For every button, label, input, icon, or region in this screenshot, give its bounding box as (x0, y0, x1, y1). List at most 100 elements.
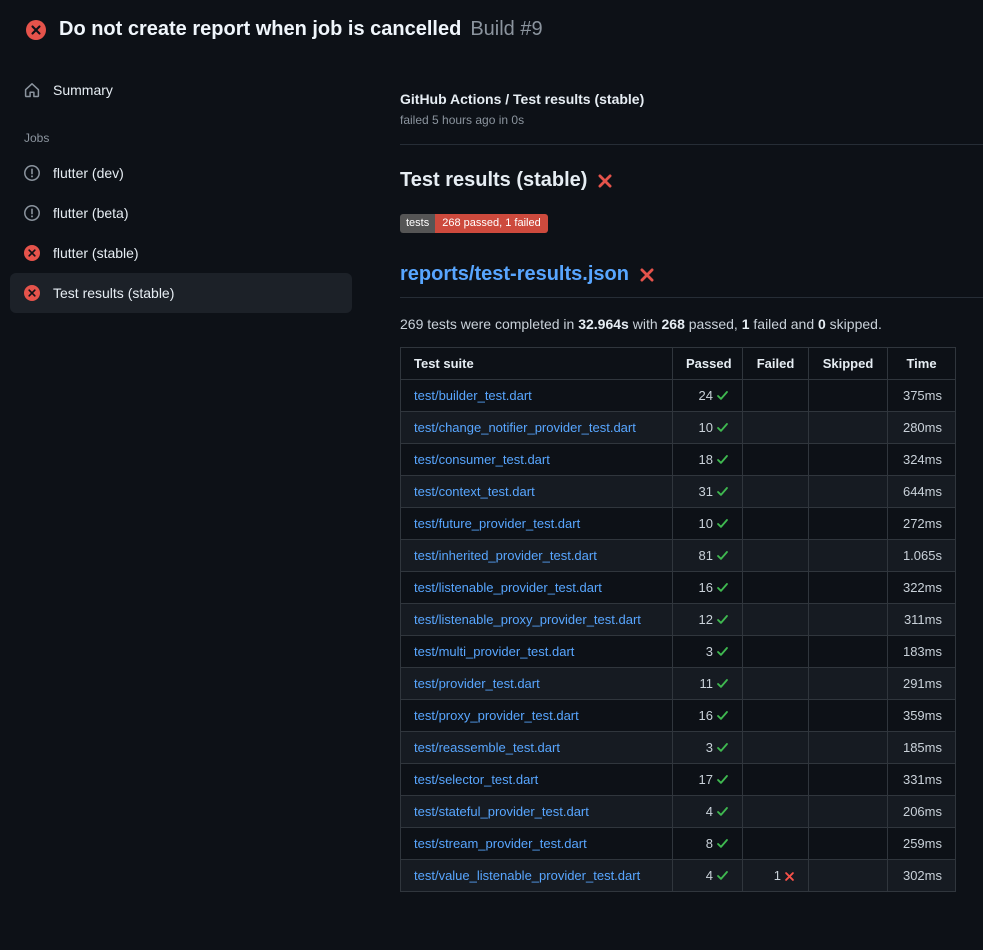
failed-count: 1 (742, 316, 750, 332)
summary-line: 269 tests were completed in 32.964s with… (400, 316, 983, 332)
check-icon (716, 484, 729, 499)
check-icon (716, 516, 729, 531)
skipped-cell (809, 444, 888, 476)
table-row: test/inherited_provider_test.dart 81 1.0… (401, 540, 956, 572)
time-cell: 331ms (888, 764, 956, 796)
skipped-cell (809, 412, 888, 444)
table-row: test/stream_provider_test.dart 8 259ms (401, 828, 956, 860)
x-circle-icon (24, 245, 40, 261)
failed-cell (743, 412, 809, 444)
skipped-cell (809, 860, 888, 892)
run-title: Do not create report when job is cancell… (59, 18, 461, 41)
tests-badge: tests 268 passed, 1 failed (400, 214, 548, 233)
suite-link[interactable]: test/proxy_provider_test.dart (414, 708, 579, 723)
table-row: test/reassemble_test.dart 3 185ms (401, 732, 956, 764)
passed-cell: 10 (673, 508, 743, 540)
passed-cell: 11 (673, 668, 743, 700)
suite-link[interactable]: test/multi_provider_test.dart (414, 644, 574, 659)
suite-link[interactable]: test/value_listenable_provider_test.dart (414, 868, 640, 883)
suite-link[interactable]: test/stream_provider_test.dart (414, 836, 587, 851)
main-content: GitHub Actions / Test results (stable) f… (376, 55, 983, 892)
passed-cell: 3 (673, 732, 743, 764)
skipped-cell (809, 572, 888, 604)
table-body: test/builder_test.dart 24 375ms test/cha… (401, 380, 956, 892)
table-row: test/proxy_provider_test.dart 16 359ms (401, 700, 956, 732)
suite-link[interactable]: test/builder_test.dart (414, 388, 532, 403)
suite-link[interactable]: test/context_test.dart (414, 484, 535, 499)
badge-label: tests (400, 214, 435, 233)
table-row: test/provider_test.dart 11 291ms (401, 668, 956, 700)
skipped-cell (809, 508, 888, 540)
failed-cell (743, 476, 809, 508)
table-row: test/selector_test.dart 17 331ms (401, 764, 956, 796)
suite-link[interactable]: test/change_notifier_provider_test.dart (414, 420, 636, 435)
suite-link[interactable]: test/future_provider_test.dart (414, 516, 580, 531)
suite-link[interactable]: test/listenable_proxy_provider_test.dart (414, 612, 641, 627)
home-icon (24, 82, 40, 98)
passed-cell: 4 (673, 796, 743, 828)
report-title: reports/test-results.json (400, 263, 983, 298)
failed-cell (743, 572, 809, 604)
run-failed-icon (26, 20, 46, 40)
sidebar-job-item[interactable]: flutter (stable) (10, 233, 352, 273)
suite-link[interactable]: test/stateful_provider_test.dart (414, 804, 589, 819)
x-circle-icon (24, 285, 40, 301)
failed-cell (743, 796, 809, 828)
check-icon (716, 644, 729, 659)
suite-link[interactable]: test/provider_test.dart (414, 676, 540, 691)
failed-cell (743, 668, 809, 700)
suite-link[interactable]: test/consumer_test.dart (414, 452, 550, 467)
suite-link[interactable]: test/reassemble_test.dart (414, 740, 560, 755)
time-cell: 302ms (888, 860, 956, 892)
passed-cell: 18 (673, 444, 743, 476)
job-label: flutter (beta) (53, 205, 128, 221)
sidebar-job-item[interactable]: flutter (dev) (10, 153, 352, 193)
failed-cell: 1 (743, 860, 809, 892)
passed-count: 268 (662, 316, 685, 332)
total-duration: 32.964s (578, 316, 629, 332)
table-row: test/builder_test.dart 24 375ms (401, 380, 956, 412)
suite-link[interactable]: test/selector_test.dart (414, 772, 538, 787)
skipped-cell (809, 604, 888, 636)
job-label: flutter (dev) (53, 165, 124, 181)
table-row: test/multi_provider_test.dart 3 183ms (401, 636, 956, 668)
time-cell: 291ms (888, 668, 956, 700)
suite-link[interactable]: test/inherited_provider_test.dart (414, 548, 597, 563)
sidebar-job-item[interactable]: Test results (stable) (10, 273, 352, 313)
skipped-cell (809, 828, 888, 860)
check-icon (716, 676, 729, 691)
check-section-title: Test results (stable) (400, 169, 983, 192)
time-cell: 644ms (888, 476, 956, 508)
check-icon (716, 548, 729, 563)
time-cell: 1.065s (888, 540, 956, 572)
skipped-cell (809, 668, 888, 700)
time-cell: 359ms (888, 700, 956, 732)
skipped-cell (809, 380, 888, 412)
sidebar-job-item[interactable]: flutter (beta) (10, 193, 352, 233)
table-row: test/context_test.dart 31 644ms (401, 476, 956, 508)
sidebar-item-summary[interactable]: Summary (10, 71, 352, 109)
x-icon (784, 868, 795, 883)
column-header: Skipped (809, 348, 888, 380)
sidebar-jobs: flutter (dev) flutter (beta) flutter (st… (10, 153, 352, 313)
passed-cell: 10 (673, 412, 743, 444)
failed-cell (743, 444, 809, 476)
passed-cell: 3 (673, 636, 743, 668)
time-cell: 280ms (888, 412, 956, 444)
time-cell: 311ms (888, 604, 956, 636)
failed-cell (743, 828, 809, 860)
report-link[interactable]: reports/test-results.json (400, 263, 629, 286)
jobs-heading: Jobs (24, 131, 352, 145)
failed-x-icon (639, 267, 655, 283)
table-row: test/change_notifier_provider_test.dart … (401, 412, 956, 444)
suite-link[interactable]: test/listenable_provider_test.dart (414, 580, 602, 595)
check-icon (716, 868, 729, 883)
skipped-cell (809, 796, 888, 828)
check-icon (716, 836, 729, 851)
breadcrumb: GitHub Actions / Test results (stable) (400, 91, 983, 107)
passed-cell: 31 (673, 476, 743, 508)
job-label: flutter (stable) (53, 245, 139, 261)
check-icon (716, 708, 729, 723)
skipped-cell (809, 636, 888, 668)
column-header: Time (888, 348, 956, 380)
